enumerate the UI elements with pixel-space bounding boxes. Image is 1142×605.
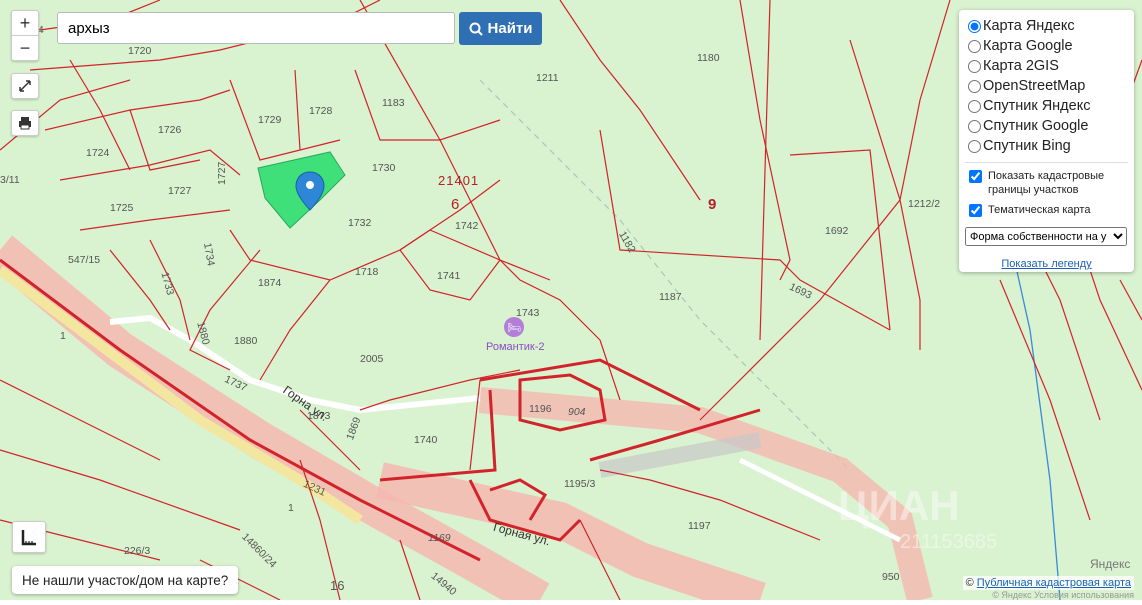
printer-icon [19, 117, 31, 130]
svg-text:1183: 1183 [382, 97, 405, 109]
svg-text:1740: 1740 [414, 434, 438, 446]
svg-text:Яндекс: Яндекс [1090, 557, 1130, 571]
ruler-button[interactable] [12, 521, 46, 553]
svg-text:🛏: 🛏 [507, 321, 521, 334]
layer-option[interactable]: Карта 2GIS [965, 56, 1128, 76]
svg-text:1741: 1741 [437, 270, 461, 282]
layer-radio[interactable] [968, 19, 981, 33]
svg-text:1743: 1743 [516, 307, 540, 319]
svg-text:1211: 1211 [536, 72, 559, 84]
expand-icon [19, 80, 31, 92]
svg-text:211153685: 211153685 [900, 531, 997, 553]
ruler-icon [21, 530, 36, 546]
svg-text:1180: 1180 [697, 52, 720, 64]
search-button[interactable]: Найти [459, 12, 542, 45]
layer-radio[interactable] [968, 119, 981, 133]
layer-radio[interactable] [968, 99, 981, 113]
not-found-button[interactable]: Не нашли участок/дом на карте? [12, 566, 239, 594]
cadastre-map-link[interactable]: Публичная кадастровая карта [977, 577, 1131, 589]
show-legend-link[interactable]: Показать легенду [965, 258, 1128, 270]
layers-panel: Карта Яндекс Карта Google Карта 2GIS Ope… [959, 10, 1134, 272]
zoom-in-button[interactable]: + [11, 10, 39, 36]
thematic-select[interactable]: Форма собственности на у [965, 227, 1127, 246]
svg-text:226/3: 226/3 [124, 545, 150, 557]
thematic-toggle[interactable]: Тематическая карта [965, 203, 1128, 217]
divider [965, 162, 1128, 163]
svg-text:1718: 1718 [355, 266, 379, 278]
svg-text:1727: 1727 [216, 161, 228, 185]
layer-radio[interactable] [968, 79, 981, 93]
svg-text:1187: 1187 [659, 291, 682, 303]
search-input[interactable] [57, 12, 455, 44]
cadastre-checkbox[interactable] [969, 170, 982, 183]
svg-text:ЦИАН: ЦИАН [838, 482, 960, 529]
svg-text:1212/2: 1212/2 [908, 198, 940, 210]
svg-text:3/11: 3/11 [0, 174, 20, 186]
svg-text:950: 950 [882, 571, 900, 583]
svg-text:1169: 1169 [428, 532, 451, 544]
thematic-checkbox[interactable] [969, 204, 982, 217]
svg-text:1725: 1725 [110, 202, 134, 214]
svg-text:16: 16 [330, 578, 344, 593]
print-button[interactable] [11, 110, 39, 136]
svg-text:1: 1 [288, 502, 294, 514]
layer-radio[interactable] [968, 139, 981, 153]
svg-text:9: 9 [708, 196, 716, 213]
svg-text:1726: 1726 [158, 124, 182, 136]
svg-text:1880: 1880 [234, 335, 258, 347]
svg-text:904: 904 [568, 406, 586, 418]
svg-text:Романтик-2: Романтик-2 [486, 341, 545, 353]
svg-text:1728: 1728 [309, 105, 333, 117]
svg-text:1724: 1724 [86, 147, 110, 159]
svg-text:547/15: 547/15 [68, 254, 100, 266]
layer-option[interactable]: Карта Яндекс [965, 16, 1128, 36]
layer-option[interactable]: Спутник Google [965, 116, 1128, 136]
layer-option[interactable]: Спутник Яндекс [965, 96, 1128, 116]
layer-option[interactable]: Спутник Bing [965, 136, 1128, 156]
zoom-out-button[interactable]: − [11, 35, 39, 61]
cadastre-toggle[interactable]: Показать кадастровые границы участков [965, 169, 1128, 197]
svg-text:1730: 1730 [372, 162, 396, 174]
layer-option[interactable]: OpenStreetMap [965, 76, 1128, 96]
svg-text:21401: 21401 [438, 173, 479, 188]
svg-text:1197: 1197 [688, 520, 711, 532]
svg-text:2005: 2005 [360, 353, 384, 365]
yandex-terms[interactable]: © Яндекс Условия использования [992, 590, 1134, 600]
svg-text:1: 1 [60, 330, 66, 342]
copyright: © Публичная кадастровая карта [962, 576, 1134, 590]
svg-text:6: 6 [451, 196, 459, 213]
svg-text:1195/3: 1195/3 [564, 478, 595, 490]
svg-text:1742: 1742 [455, 220, 479, 232]
layer-radio[interactable] [968, 59, 981, 73]
fullscreen-button[interactable] [11, 73, 39, 99]
layer-option[interactable]: Карта Google [965, 36, 1128, 56]
svg-text:1727: 1727 [168, 185, 192, 197]
svg-text:1729: 1729 [258, 114, 282, 126]
svg-text:1732: 1732 [348, 217, 372, 229]
svg-text:1874: 1874 [258, 277, 282, 289]
search-icon [469, 22, 483, 36]
svg-text:1692: 1692 [825, 225, 849, 237]
svg-text:1196: 1196 [529, 403, 552, 415]
svg-text:1720: 1720 [128, 45, 152, 57]
layer-radio[interactable] [968, 39, 981, 53]
